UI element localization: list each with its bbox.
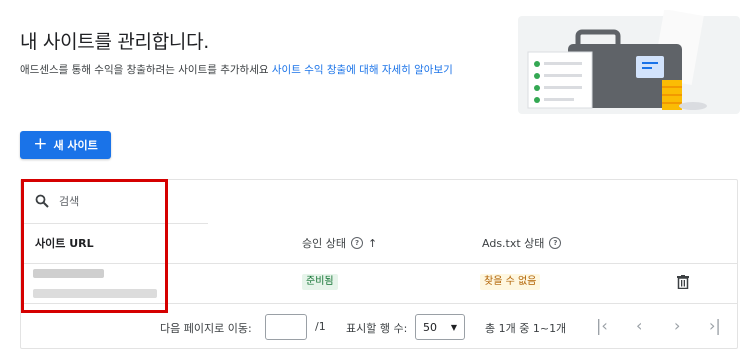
column-header-approval[interactable]: 승인 상태 ? ↑: [302, 235, 377, 251]
approval-status-badge: 준비됨: [302, 274, 338, 290]
briefcase-illustration: [518, 10, 740, 114]
previous-page-icon[interactable]: ‹: [636, 316, 642, 335]
sort-arrow-up-icon[interactable]: ↑: [368, 237, 377, 250]
total-pages: /1: [315, 320, 326, 333]
last-page-icon[interactable]: ›|: [709, 316, 721, 335]
page-description: 애드센스를 통해 수익을 창출하려는 사이트를 추가하세요 사이트 수익 창출에…: [20, 62, 515, 78]
rows-per-page-label: 표시할 행 수:: [346, 322, 408, 335]
dropdown-arrow-icon: ▼: [450, 322, 457, 332]
new-site-button[interactable]: + 새 사이트: [20, 131, 111, 159]
learn-more-link[interactable]: 사이트 수익 창출에 대해 자세히 알아보기: [272, 64, 453, 76]
pagination-range: 총 1개 중 1~1개: [485, 322, 567, 335]
column-header-ads-txt[interactable]: Ads.txt 상태 ?: [482, 235, 562, 251]
ads-txt-status-badge: 찾을 수 없음: [480, 274, 541, 290]
first-page-icon[interactable]: |‹: [596, 316, 608, 335]
highlight-annotation-box: [21, 179, 168, 313]
goto-page-label: 다음 페이지로 이동:: [160, 322, 252, 335]
plus-icon: +: [33, 133, 48, 154]
help-icon[interactable]: ?: [350, 237, 363, 249]
new-site-label: 새 사이트: [53, 139, 98, 152]
next-page-icon[interactable]: ›: [674, 316, 680, 335]
trash-icon[interactable]: [677, 275, 689, 289]
help-icon[interactable]: ?: [549, 237, 562, 249]
rows-per-page-select[interactable]: 50 ▼: [415, 314, 465, 340]
page-number-input[interactable]: [265, 314, 307, 340]
description-text: 애드센스를 통해 수익을 창출하려는 사이트를 추가하세요: [20, 64, 272, 76]
page-title: 내 사이트를 관리합니다.: [20, 31, 210, 53]
